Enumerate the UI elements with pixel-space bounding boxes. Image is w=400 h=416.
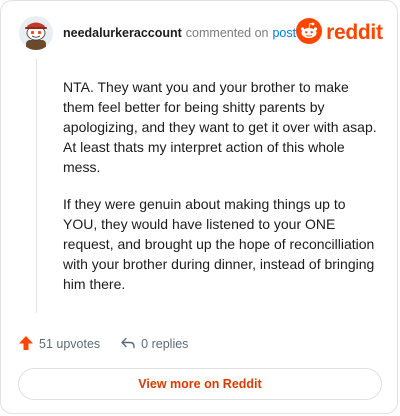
comment-header: needalurkeraccount commented on post red… — [19, 15, 383, 51]
username-link[interactable]: needalurkeraccount — [63, 26, 182, 40]
comment-body: NTA. They want you and your brother to m… — [63, 77, 381, 311]
comment-embed-card: needalurkeraccount commented on post red… — [0, 0, 398, 414]
snoo-avatar-icon[interactable] — [19, 16, 53, 50]
reddit-logo[interactable]: reddit — [296, 17, 383, 49]
comment-paragraph: If they were genuin about making things … — [63, 196, 375, 292]
upvotes-stat[interactable]: 51 upvotes — [18, 335, 100, 354]
reply-arrow-icon — [120, 335, 136, 354]
view-more-button[interactable]: View more on Reddit — [18, 368, 382, 400]
upvote-arrow-icon — [18, 335, 34, 354]
upvotes-count: 51 upvotes — [39, 337, 101, 351]
replies-stat[interactable]: 0 replies — [120, 335, 188, 354]
comment-footer: 51 upvotes 0 replies — [18, 334, 188, 354]
comment-meta: needalurkeraccount commented on post — [63, 26, 296, 40]
post-link[interactable]: post — [272, 26, 296, 40]
comment-paragraph: NTA. They want you and your brother to m… — [63, 79, 377, 175]
replies-count: 0 replies — [141, 337, 189, 351]
thread-line — [36, 59, 37, 313]
commented-on-text: commented on — [185, 26, 269, 40]
reddit-wordmark: reddit — [326, 21, 383, 44]
reddit-snoo-icon — [296, 17, 323, 49]
